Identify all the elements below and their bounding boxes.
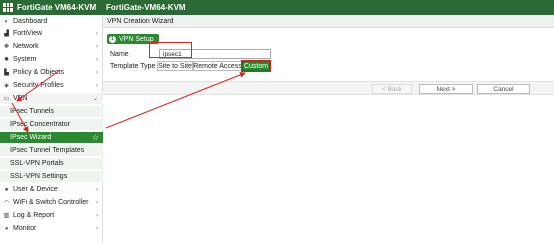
sidebar: ◐ Dashboard ▟ FortiView › ✥ Network › ✹ … (0, 15, 103, 243)
step-number: 1 (109, 35, 116, 43)
sidebar-item-dashboard[interactable]: ◐ Dashboard (0, 16, 103, 27)
main-content: VPN Creation Wizard 1 VPN Setup Name ips… (103, 15, 554, 243)
sidebar-item-label: Policy & Objects (13, 69, 64, 76)
top-bar: FortiGate VM64-KVM FortiGate-VM64-KVM (0, 0, 554, 15)
wifi-icon: ◠ (3, 199, 10, 206)
sidebar-item-fortiview[interactable]: ▟ FortiView › (0, 28, 103, 39)
chart-icon: ▟ (4, 30, 9, 37)
sidebar-item-ipsec-tunnels[interactable]: IPsec Tunnels (0, 106, 103, 117)
chevron-right-icon: › (96, 69, 98, 76)
sidebar-item-user-device[interactable]: ● User & Device › (0, 184, 103, 195)
name-label: Name (110, 51, 129, 58)
chevron-right-icon: › (96, 56, 98, 63)
name-highlight-box (149, 42, 192, 58)
sidebar-item-label: User & Device (13, 186, 58, 193)
sidebar-item-label: VPN (13, 95, 28, 102)
sidebar-item-vpn[interactable]: ▭ VPN ⌄ (0, 93, 103, 104)
policy-icon: ▙ (4, 69, 9, 76)
template-type-label: Template Type (110, 63, 156, 70)
dashboard-icon: ◐ (4, 18, 9, 25)
back-button[interactable]: < Back (372, 84, 412, 94)
chevron-down-icon: ⌄ (92, 96, 98, 102)
chevron-right-icon: › (96, 186, 98, 193)
monitor-pie-icon: ◕ (4, 225, 9, 232)
sidebar-item-network[interactable]: ✥ Network › (0, 41, 103, 52)
cancel-button[interactable]: Cancel (477, 84, 530, 94)
chevron-right-icon: › (96, 43, 98, 50)
next-button[interactable]: Next > (419, 84, 473, 94)
page-title: VPN Creation Wizard (103, 15, 554, 28)
sidebar-item-ipsec-tunnel-templates[interactable]: IPsec Tunnel Templates (0, 145, 103, 156)
template-option-custom[interactable]: Custom (241, 60, 271, 72)
sidebar-item-label: Monitor (13, 225, 37, 232)
sidebar-item-label: IPsec Concentrator (10, 121, 70, 128)
sidebar-item-ipsec-concentrator[interactable]: IPsec Concentrator (0, 119, 103, 130)
wizard-footer: < Back Next > Cancel (103, 81, 554, 95)
sidebar-item-system[interactable]: ✹ System › (0, 54, 103, 65)
sidebar-item-security-profiles[interactable]: ◈ Security Profiles › (0, 80, 103, 91)
sidebar-item-policy-objects[interactable]: ▙ Policy & Objects › (0, 67, 103, 78)
lock-icon: ◈ (4, 82, 9, 89)
template-option-site-to-site[interactable]: Site to Site (157, 61, 193, 71)
monitor-icon: ▭ (3, 95, 10, 102)
product-name: FortiGate VM64-KVM (17, 3, 97, 12)
sidebar-item-label: System (13, 56, 37, 63)
network-icon: ✥ (3, 43, 10, 50)
device-hostname: FortiGate-VM64-KVM (106, 3, 186, 12)
sidebar-item-label: SSL-VPN Settings (10, 173, 68, 180)
sidebar-item-label: IPsec Tunnel Templates (10, 147, 85, 154)
gear-icon: ✹ (3, 56, 10, 63)
sidebar-item-monitor[interactable]: ◕ Monitor › (0, 223, 103, 234)
sidebar-item-ssl-vpn-settings[interactable]: SSL-VPN Settings (0, 171, 103, 182)
sidebar-item-ipsec-wizard[interactable]: IPsec Wizard ☆ (0, 132, 103, 143)
chevron-right-icon: › (96, 30, 98, 37)
sidebar-item-log-report[interactable]: ▥ Log & Report › (0, 210, 103, 221)
chevron-right-icon: › (96, 82, 98, 89)
sidebar-item-label: WiFi & Switch Controller (13, 199, 89, 206)
sidebar-item-label: Dashboard (13, 18, 48, 25)
sidebar-item-label: FortiView (13, 30, 43, 37)
chevron-right-icon: › (96, 225, 98, 232)
sidebar-item-label: Network (13, 43, 39, 50)
sidebar-item-label: Log & Report (13, 212, 55, 219)
sidebar-item-ssl-vpn-portals[interactable]: SSL-VPN Portals (0, 158, 103, 169)
sidebar-item-wifi-switch-controller[interactable]: ◠ WiFi & Switch Controller › (0, 197, 103, 208)
sidebar-item-label: IPsec Tunnels (10, 108, 54, 115)
sidebar-item-label: IPsec Wizard (10, 134, 52, 141)
template-option-remote-access[interactable]: Remote Access (193, 61, 242, 71)
sidebar-item-label: Security Profiles (13, 82, 64, 89)
sidebar-item-label: SSL-VPN Portals (10, 160, 64, 167)
star-icon[interactable]: ☆ (92, 133, 99, 142)
user-icon: ● (4, 186, 9, 193)
report-icon: ▥ (3, 212, 10, 219)
chevron-right-icon: › (96, 212, 98, 219)
fortinet-logo-icon (3, 3, 13, 12)
chevron-right-icon: › (96, 199, 98, 206)
